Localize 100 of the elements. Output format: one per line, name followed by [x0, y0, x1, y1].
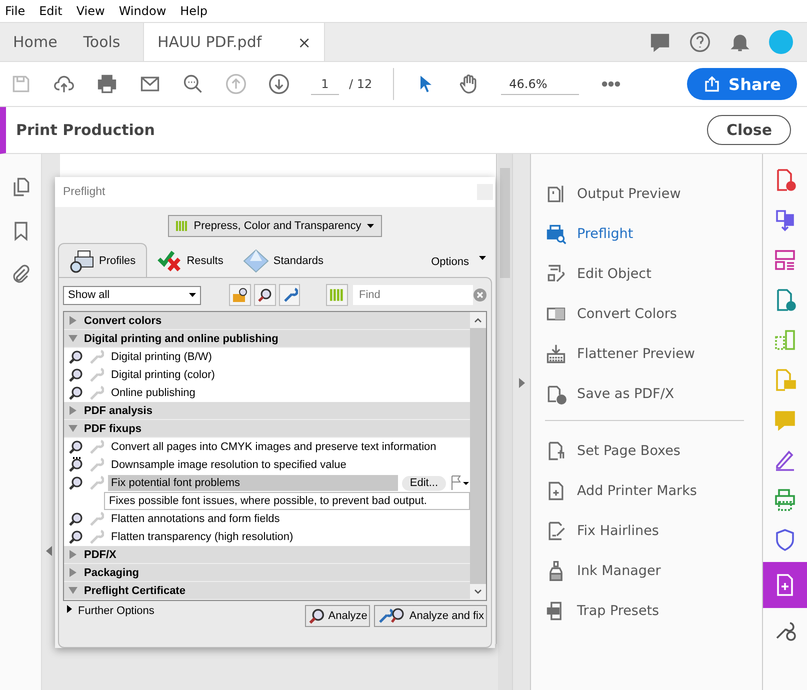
- tab[interactable]: HAUU PDF.pdf ×: [143, 23, 326, 61]
- pen-sign-icon: [773, 448, 797, 472]
- close-button[interactable]: Close: [707, 115, 791, 145]
- magnifier-icon[interactable]: [68, 367, 84, 383]
- menu-item[interactable]: Help: [175, 4, 217, 18]
- document-note-icon: [773, 368, 797, 392]
- analyze-fix-button[interactable]: Analyze and fix: [374, 605, 487, 627]
- page-number-field[interactable]: 1: [311, 74, 339, 94]
- profile-item[interactable]: Flatten annotations and form fields: [108, 511, 470, 527]
- menu-item[interactable]: Window: [114, 4, 176, 18]
- menu-item[interactable]: File: [0, 4, 34, 18]
- profile-item[interactable]: Fix potential font problems: [108, 475, 398, 491]
- caret-icon: [189, 293, 196, 297]
- tool-item[interactable]: Trap Presets: [545, 591, 744, 631]
- comment-icon: [773, 408, 797, 432]
- profile-set-dropdown[interactable]: Prepress, Color and Transparency: [168, 215, 382, 237]
- tab[interactable]: Home: [0, 23, 70, 61]
- dialog-tab[interactable]: Results: [146, 245, 234, 277]
- help-icon[interactable]: [689, 31, 711, 53]
- profile-group[interactable]: Preflight Certificate: [64, 582, 470, 600]
- tool-item[interactable]: Flattener Preview: [531, 334, 762, 374]
- zoom-dropdown[interactable]: 46.6%: [501, 74, 580, 94]
- caret-icon: [479, 256, 486, 260]
- magnifier-icon[interactable]: [68, 349, 84, 365]
- tool-item[interactable]: Save as PDF/X: [531, 374, 762, 414]
- printer-icon[interactable]: [96, 73, 118, 95]
- dialog-title: Preflight: [63, 186, 106, 198]
- page-count: / 12: [349, 77, 372, 91]
- profile-group[interactable]: Packaging: [64, 564, 470, 582]
- magnifier-dots-icon[interactable]: [68, 457, 84, 473]
- magnifier-icon[interactable]: [68, 439, 84, 455]
- tool-item[interactable]: Set Page Boxes: [545, 431, 744, 471]
- page-swap-icon: [773, 328, 797, 352]
- magnifier-icon[interactable]: [68, 529, 84, 545]
- caret-icon: [367, 224, 374, 228]
- panel-title: Print Production: [16, 121, 155, 139]
- tool-item[interactable]: Fix Hairlines: [545, 511, 744, 551]
- magnifier-icon[interactable]: [68, 511, 84, 527]
- tool-item[interactable]: Ink Manager: [545, 551, 744, 591]
- shield-icon: [773, 528, 797, 552]
- scrollbar[interactable]: [498, 154, 512, 690]
- flattener-icon[interactable]: [545, 343, 567, 365]
- tab[interactable]: Tools: [70, 23, 134, 61]
- profile-item[interactable]: Digital printing (B/W): [108, 349, 470, 365]
- analyze-button[interactable]: Analyze: [305, 605, 370, 627]
- profile-description: Fixes possible font issues, where possible, to prevent bad output.: [104, 492, 470, 510]
- profile-group[interactable]: Digital printing and online publishing: [64, 330, 470, 348]
- toolbox-icon: [232, 287, 248, 303]
- toolbox-button[interactable]: [229, 284, 251, 306]
- print-production-icon: [773, 488, 797, 512]
- rail-button[interactable]: [763, 562, 807, 608]
- tool-item[interactable]: Convert Colors: [531, 294, 762, 334]
- check-cross-icon: [156, 250, 183, 272]
- chat-icon[interactable]: [649, 31, 671, 53]
- find-field[interactable]: Find: [353, 285, 474, 305]
- profile-group[interactable]: PDF fixups: [64, 420, 470, 438]
- dialog-tab[interactable]: Standards: [233, 245, 334, 277]
- close-tab-button[interactable]: ×: [298, 32, 312, 52]
- wrench-icon: [282, 287, 298, 303]
- options-menu[interactable]: Options: [425, 256, 492, 277]
- bars-icon: [176, 220, 188, 232]
- expand-right-icon[interactable]: [518, 378, 524, 388]
- profile-item[interactable]: Flatten transparency (high resolution): [108, 529, 470, 545]
- magnifier-icon[interactable]: [68, 475, 84, 491]
- profile-item[interactable]: Online publishing: [108, 385, 470, 401]
- expand-triangle-icon: [67, 605, 72, 613]
- search-icon[interactable]: [182, 73, 204, 95]
- organize-pages-icon: [773, 248, 797, 272]
- search-button[interactable]: [254, 284, 276, 306]
- tool-item[interactable]: Add Printer Marks: [545, 471, 744, 511]
- printer-magnifier-icon[interactable]: [545, 223, 567, 245]
- profile-item[interactable]: Digital printing (color): [108, 367, 470, 383]
- combine-files-icon: [773, 208, 797, 232]
- profile-group[interactable]: PDF analysis: [64, 402, 470, 420]
- profile-item[interactable]: Downsample image resolution to specified value: [108, 457, 470, 473]
- bars-icon: [330, 288, 344, 302]
- clear-icon[interactable]: [473, 288, 488, 302]
- share-icon: [702, 75, 721, 93]
- menu-item[interactable]: Edit: [34, 4, 72, 18]
- profile-group[interactable]: Convert colors: [64, 312, 470, 330]
- search-icon: [256, 287, 273, 303]
- further-options-toggle[interactable]: Further Options: [63, 605, 154, 617]
- profile-group[interactable]: PDF/X: [64, 546, 470, 564]
- cloud-upload-icon[interactable]: [53, 73, 75, 95]
- collapse-left-icon[interactable]: [46, 546, 52, 556]
- fixup-button[interactable]: [278, 284, 300, 306]
- filter-dropdown[interactable]: Show all: [63, 286, 202, 304]
- magnifier-icon[interactable]: [68, 385, 84, 401]
- menu-item[interactable]: View: [71, 4, 114, 18]
- share-button[interactable]: Share: [686, 68, 797, 100]
- diamond-icon: [243, 249, 270, 273]
- tool-item[interactable]: Output Preview: [531, 174, 762, 214]
- printer-magnifier-icon: [69, 248, 95, 272]
- magnifier-icon: [308, 607, 326, 625]
- profile-item[interactable]: Convert all pages into CMYK images and preserve text information: [108, 439, 470, 455]
- tool-item[interactable]: Edit Object: [531, 254, 762, 294]
- tool-item[interactable]: Preflight: [531, 214, 762, 254]
- flag-icon[interactable]: [450, 475, 470, 491]
- edit-button[interactable]: Edit...: [402, 476, 446, 490]
- dialog-tab[interactable]: Profiles: [58, 243, 147, 277]
